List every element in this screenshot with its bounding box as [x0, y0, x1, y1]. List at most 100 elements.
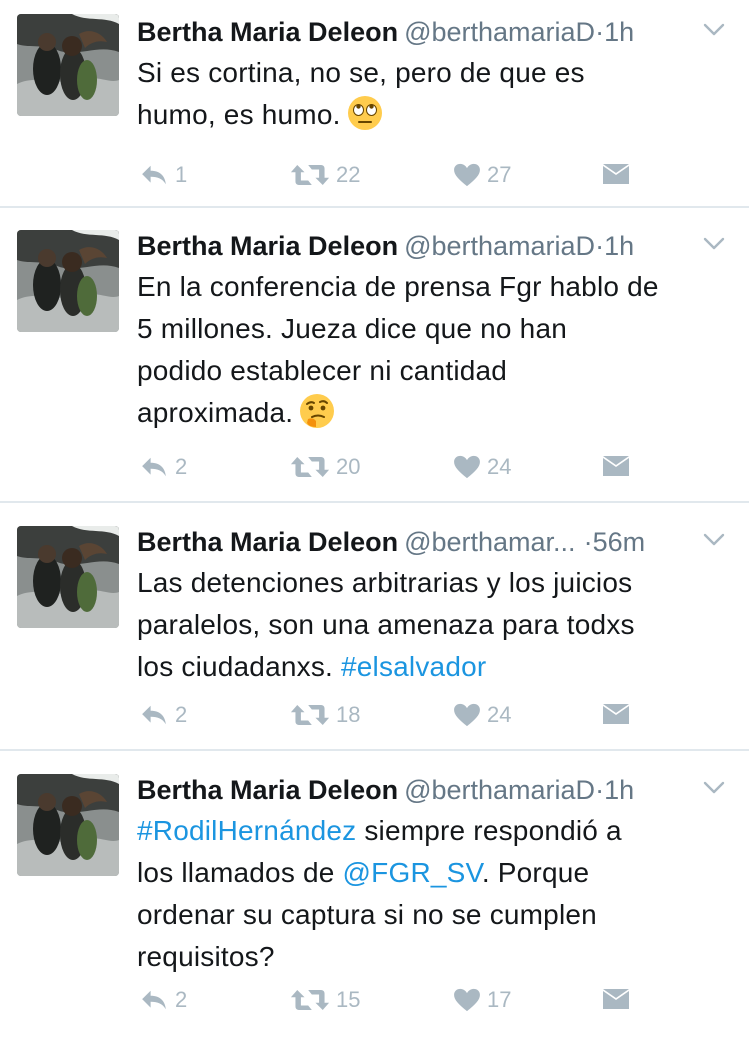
tweet-header: Bertha Maria Deleon @berthamariaD·1h [137, 770, 727, 810]
separator-dot: · [595, 17, 605, 47]
reply-count: 2 [175, 454, 188, 479]
eye-roll-emoji-icon [347, 96, 382, 130]
heart-icon [453, 988, 481, 1012]
avatar[interactable] [17, 14, 119, 116]
retweet-button[interactable]: 15 [290, 980, 360, 1020]
like-count: 27 [487, 162, 512, 187]
tweet-header: Bertha Maria Deleon @berthamar... ·56m [137, 522, 727, 562]
retweet-count: 20 [336, 454, 361, 479]
avatar[interactable] [17, 230, 119, 332]
tweet-divider [0, 501, 749, 503]
like-button[interactable]: 24 [453, 695, 511, 735]
tweet-header: Bertha Maria Deleon @berthamariaD·1h [137, 226, 727, 266]
direct-message-button[interactable] [601, 155, 631, 195]
tweet-text-line: Las detenciones arbitrarias y los juicio… [137, 567, 633, 598]
reply-button[interactable]: 2 [139, 695, 187, 735]
chevron-down-icon[interactable] [703, 236, 725, 252]
author-name[interactable]: Bertha Maria Deleon [137, 775, 398, 805]
author-handle[interactable]: @berthamariaD [404, 775, 595, 805]
reply-icon [139, 456, 169, 478]
hashtag-link[interactable]: #elsalvador [341, 651, 486, 682]
reply-button[interactable]: 2 [139, 980, 187, 1020]
avatar[interactable] [17, 526, 119, 628]
tweet-text-line: podido establecer ni cantidad [137, 355, 508, 386]
retweet-button[interactable]: 22 [290, 155, 360, 195]
like-button[interactable]: 27 [453, 155, 511, 195]
tweet-text-line: los ciudadanxs. [137, 651, 341, 682]
like-button[interactable]: 17 [453, 980, 511, 1020]
like-button[interactable]: 24 [453, 447, 511, 487]
retweet-count: 15 [336, 987, 361, 1012]
tweet-text-line: siempre respondió a [356, 815, 622, 846]
hashtag-link[interactable]: #RodilHernández [137, 815, 356, 846]
author-handle[interactable]: @berthamar... [404, 527, 575, 557]
envelope-icon [601, 456, 631, 478]
tweet-divider [0, 749, 749, 751]
direct-message-button[interactable] [601, 980, 631, 1020]
direct-message-button[interactable] [601, 447, 631, 487]
envelope-icon [601, 164, 631, 186]
reply-button[interactable]: 1 [139, 155, 187, 195]
retweet-button[interactable]: 18 [290, 695, 360, 735]
tweet-text-line: humo, es humo. [137, 99, 341, 130]
tweet[interactable]: Bertha Maria Deleon @berthamar... ·56m Las… [0, 522, 749, 748]
chevron-down-icon[interactable] [703, 22, 725, 38]
heart-icon [453, 163, 481, 187]
tweet-text-line: requisitos? [137, 941, 275, 972]
tweet-actions: 2 18 24 [137, 695, 637, 735]
separator-dot: · [583, 527, 593, 557]
retweet-icon [290, 988, 330, 1012]
author-name[interactable]: Bertha Maria Deleon [137, 17, 398, 47]
thinking-face-emoji-icon [300, 394, 335, 428]
chevron-down-icon[interactable] [703, 532, 725, 548]
timestamp[interactable]: 56m [593, 527, 646, 557]
reply-count: 1 [175, 162, 188, 187]
author-handle[interactable]: @berthamariaD [404, 17, 595, 47]
author-name[interactable]: Bertha Maria Deleon [137, 527, 398, 557]
timestamp[interactable]: 1h [604, 231, 634, 261]
author-handle[interactable]: @berthamariaD [404, 231, 595, 261]
reply-icon [139, 164, 169, 186]
tweet[interactable]: Bertha Maria Deleon @berthamariaD·1h En l… [0, 226, 749, 501]
avatar[interactable] [17, 774, 119, 876]
tweet-text-line: aproximada. [137, 397, 294, 428]
direct-message-button[interactable] [601, 695, 631, 735]
reply-count: 2 [175, 702, 188, 727]
retweet-button[interactable]: 20 [290, 447, 360, 487]
tweet-text-line: ordenar su captura si no se cumplen [137, 899, 597, 930]
tweet-text-line: los llamados de [137, 857, 343, 888]
mention-link[interactable]: @FGR_SV [343, 857, 482, 888]
reply-count: 2 [175, 987, 188, 1012]
tweet-text-line: Si es cortina, no se, pero de que es [137, 57, 585, 88]
reply-button[interactable]: 2 [139, 447, 187, 487]
retweet-icon [290, 163, 330, 187]
retweet-icon [290, 455, 330, 479]
like-count: 24 [487, 454, 512, 479]
tweet-text-line: paralelos, son una amenaza para todxs [137, 609, 635, 640]
retweet-icon [290, 703, 330, 727]
like-count: 17 [487, 987, 512, 1012]
timestamp[interactable]: 1h [604, 775, 634, 805]
tweet[interactable]: Bertha Maria Deleon @berthamariaD·1h Si e… [0, 12, 749, 207]
separator-dot: · [595, 775, 605, 805]
heart-icon [453, 455, 481, 479]
timestamp[interactable]: 1h [604, 17, 634, 47]
tweet-text-line: . Porque [481, 857, 590, 888]
tweet-text-line: En la conferencia de prensa Fgr hablo de [137, 271, 659, 302]
tweet-actions: 2 20 24 [137, 447, 637, 487]
reply-icon [139, 704, 169, 726]
tweet-actions: 1 22 27 [137, 155, 637, 195]
author-name[interactable]: Bertha Maria Deleon [137, 231, 398, 261]
tweet[interactable]: Bertha Maria Deleon @berthamariaD·1h #Rod… [0, 770, 749, 1040]
heart-icon [453, 703, 481, 727]
separator-dot: · [595, 231, 605, 261]
tweet-text: #RodilHernández siempre respondió a los … [137, 810, 727, 978]
like-count: 24 [487, 702, 512, 727]
tweet-text-line: 5 millones. Jueza dice que no han [137, 313, 567, 344]
chevron-down-icon[interactable] [703, 780, 725, 796]
tweet-actions: 2 15 17 [137, 980, 637, 1020]
tweet-text: Las detenciones arbitrarias y los juicio… [137, 562, 727, 688]
reply-icon [139, 989, 169, 1011]
tweet-text: Si es cortina, no se, pero de que es hum… [137, 52, 727, 136]
envelope-icon [601, 704, 631, 726]
